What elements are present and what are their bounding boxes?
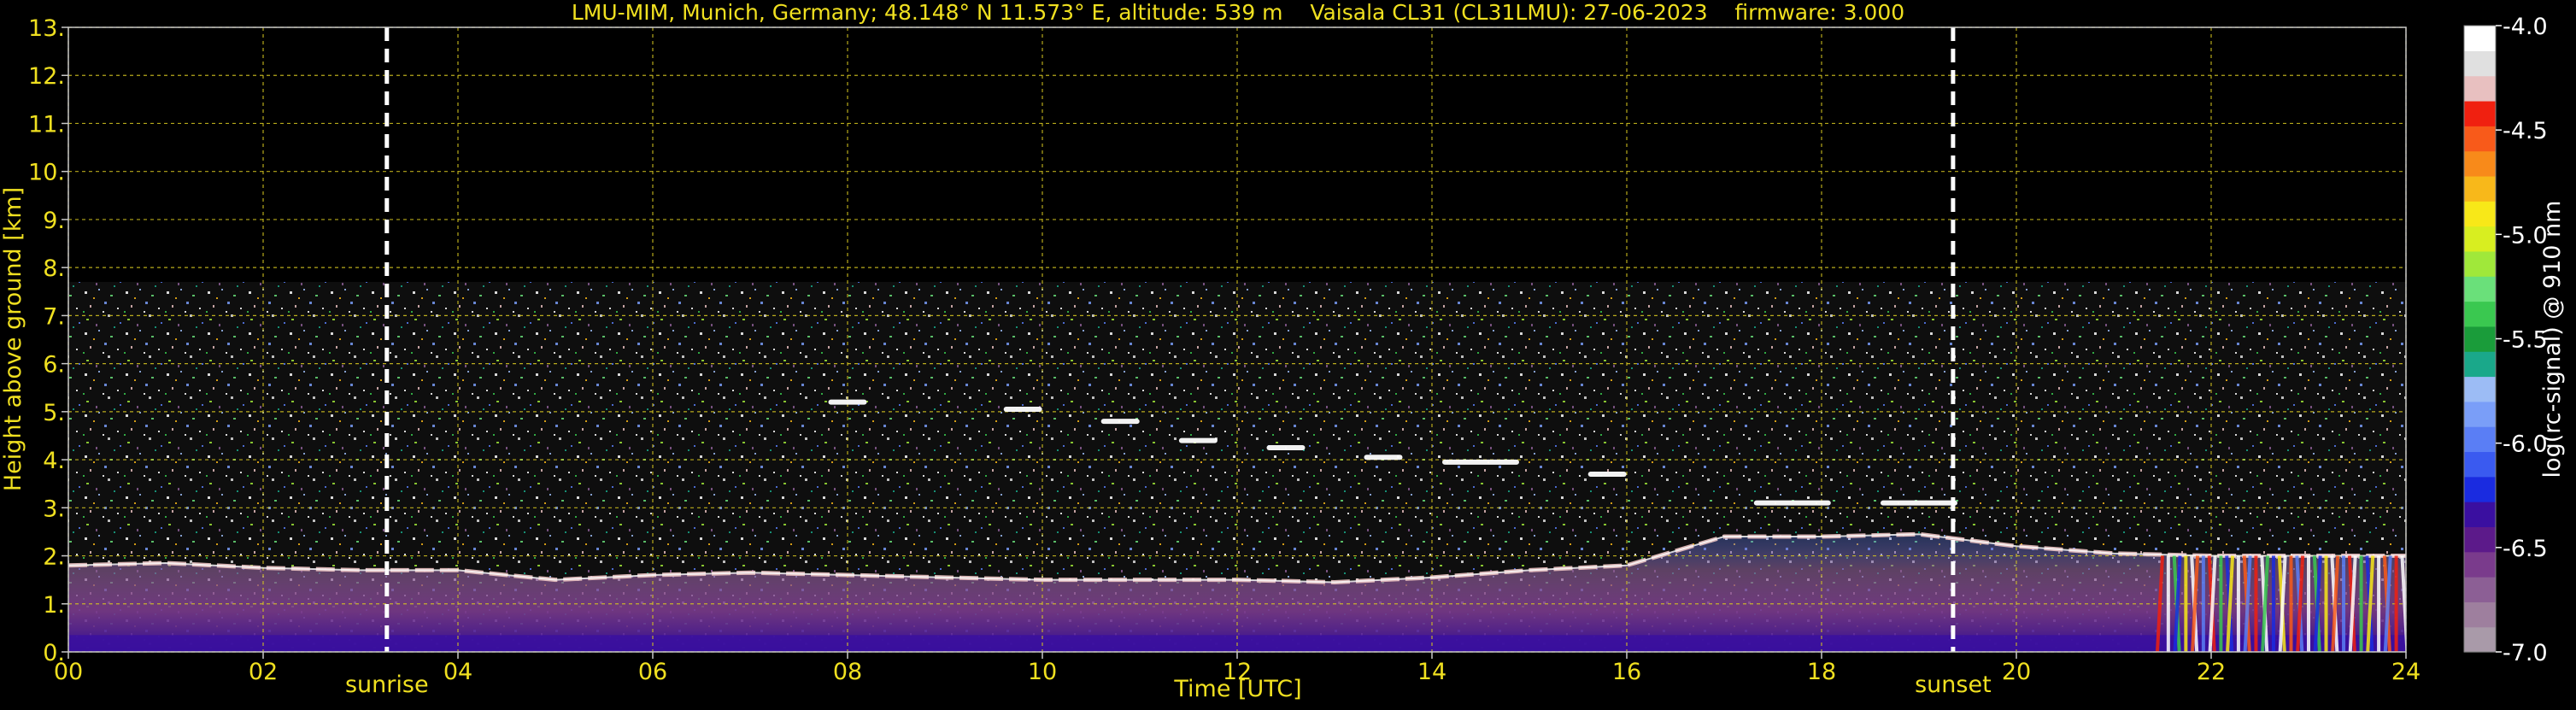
x-tick-label: 18 bbox=[1807, 659, 1836, 685]
colorbar-label: log(rc-signal) @ 910 nm bbox=[2539, 201, 2566, 478]
y-axis-label: Height above ground [km] bbox=[0, 187, 26, 491]
colorbar-segment bbox=[2464, 601, 2496, 628]
y-tick-label: 4. bbox=[43, 448, 65, 474]
y-tick-label: 11. bbox=[28, 111, 65, 138]
chart-title: LMU-MIM, Munich, Germany; 48.148° N 11.5… bbox=[572, 0, 1904, 25]
upper-cloud-segment bbox=[1100, 419, 1140, 425]
colorbar-segment bbox=[2464, 326, 2496, 352]
colorbar-segment bbox=[2464, 577, 2496, 602]
y-tick-label: 7. bbox=[43, 303, 65, 330]
colorbar-segment bbox=[2464, 502, 2496, 527]
x-tick-label: 22 bbox=[2197, 659, 2226, 685]
x-tick-label: 02 bbox=[249, 659, 278, 685]
colorbar-segment bbox=[2464, 551, 2496, 578]
y-tick-label: 0. bbox=[43, 640, 65, 666]
colorbar-segment bbox=[2464, 451, 2496, 478]
colorbar-segment bbox=[2464, 226, 2496, 252]
colorbar-segment bbox=[2464, 26, 2496, 51]
x-axis-label: Time [UTC] bbox=[1173, 676, 1301, 702]
colorbar-segment bbox=[2464, 401, 2496, 427]
y-tick-label: 8. bbox=[43, 255, 65, 282]
x-tick-label: 16 bbox=[1612, 659, 1641, 685]
x-tick-label: 08 bbox=[833, 659, 862, 685]
colorbar-tick-label: -7.0 bbox=[2503, 640, 2548, 666]
ceilometer-chart: sunrise sunset 00 02 04 06 08 10 12 14 16 18 20 22 24… bbox=[0, 0, 2576, 706]
y-tick-label: 10. bbox=[28, 160, 65, 186]
upper-cloud-segment bbox=[1266, 445, 1306, 451]
colorbar-segment bbox=[2464, 175, 2496, 202]
x-tick-label: 06 bbox=[638, 659, 667, 685]
colorbar-segment bbox=[2464, 476, 2496, 502]
colorbar-segment bbox=[2464, 126, 2496, 152]
upper-cloud-segment bbox=[1178, 437, 1218, 443]
y-tick-label: 2. bbox=[43, 544, 65, 571]
colorbar-segment bbox=[2464, 376, 2496, 402]
y-tick-label: 5. bbox=[43, 400, 65, 426]
colorbar-tick-label: -4.5 bbox=[2503, 118, 2548, 144]
y-tick-label: 1. bbox=[43, 592, 65, 619]
upper-cloud-segment bbox=[1442, 459, 1519, 465]
colorbar-tick-label: -4.0 bbox=[2503, 14, 2548, 40]
colorbar-segment bbox=[2464, 351, 2496, 378]
upper-cloud-segment bbox=[1881, 500, 1957, 506]
x-tick-label: 24 bbox=[2391, 659, 2421, 685]
colorbar-segment bbox=[2464, 526, 2496, 553]
colorbar-tick-label: -6.5 bbox=[2503, 536, 2548, 562]
upper-cloud-segment bbox=[1003, 407, 1042, 413]
colorbar-segment bbox=[2464, 250, 2496, 277]
annotation-label-sunset: sunset bbox=[1915, 672, 1992, 698]
colorbar-segment bbox=[2464, 50, 2496, 77]
colorbar-segment bbox=[2464, 276, 2496, 302]
x-tick-label: 10 bbox=[1028, 659, 1057, 685]
x-tick-label: 20 bbox=[2002, 659, 2031, 685]
upper-cloud-segment bbox=[828, 399, 867, 405]
y-tick-label: 6. bbox=[43, 352, 65, 378]
y-tick-label: 12. bbox=[28, 63, 65, 90]
colorbar: -7.0-6.5-6.0-5.5-5.0-4.5-4.0 bbox=[2463, 14, 2548, 666]
upper-cloud-segment bbox=[1364, 455, 1403, 461]
y-tick-label: 13. bbox=[28, 15, 65, 42]
colorbar-segment bbox=[2464, 100, 2496, 126]
colorbar-segment bbox=[2464, 301, 2496, 327]
colorbar-segment bbox=[2464, 75, 2496, 102]
colorbar-segment bbox=[2464, 150, 2496, 177]
colorbar-segment bbox=[2464, 426, 2496, 453]
plot-area bbox=[68, 27, 2406, 652]
x-tick-label: 04 bbox=[443, 659, 472, 685]
colorbar-segment bbox=[2464, 626, 2496, 653]
upper-cloud-segment bbox=[1587, 471, 1627, 477]
y-tick-label: 3. bbox=[43, 496, 65, 522]
y-tick-label: 9. bbox=[43, 208, 65, 234]
x-tick-label: 14 bbox=[1417, 659, 1446, 685]
annotation-label-sunrise: sunrise bbox=[345, 672, 429, 698]
colorbar-segment bbox=[2464, 201, 2496, 227]
upper-cloud-segment bbox=[1753, 500, 1831, 506]
chart-svg: sunrise sunset 00 02 04 06 08 10 12 14 16 18 20 22 24… bbox=[0, 0, 2566, 702]
